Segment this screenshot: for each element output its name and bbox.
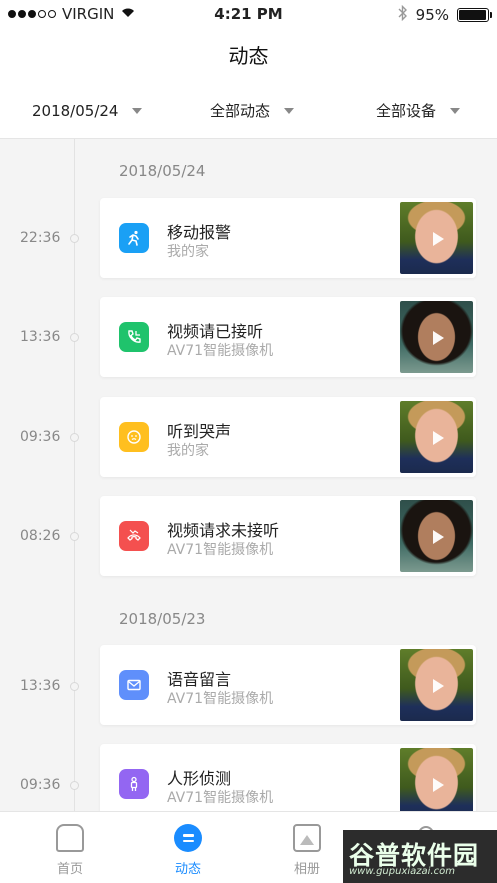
- event-title: 视频请已接听: [167, 322, 264, 341]
- tab-label: 首页: [56, 862, 83, 877]
- event-title: 移动报警: [167, 223, 232, 242]
- event-time: 13:36: [20, 329, 61, 345]
- album-icon: [293, 824, 321, 852]
- event-type-filter-label: 全部动态: [210, 102, 271, 120]
- play-icon: [433, 778, 444, 792]
- play-icon: [433, 530, 444, 544]
- timeline-dot: [70, 682, 79, 691]
- bluetooth-icon: [398, 4, 408, 25]
- play-icon: [433, 331, 444, 345]
- event-title: 听到哭声: [167, 422, 232, 441]
- tab-label: 相册: [293, 862, 320, 877]
- event-time: 08:26: [20, 528, 61, 544]
- device-filter-label: 全部设备: [376, 102, 437, 120]
- event-timeline[interactable]: 2018/05/24 22:36 移动报警 我的家 13:36 视频请已接听 A…: [0, 139, 497, 811]
- event-device: AV71智能摄像机: [167, 691, 274, 707]
- play-icon: [433, 232, 444, 246]
- date-group-header: 2018/05/23: [119, 610, 206, 628]
- date-filter-dropdown[interactable]: 2018/05/24: [32, 82, 143, 139]
- event-card[interactable]: 人形侦测 AV71智能摄像机: [100, 744, 476, 811]
- event-title: 人形侦测: [167, 769, 232, 788]
- video-thumbnail[interactable]: [400, 401, 473, 473]
- event-device: 我的家: [167, 244, 209, 260]
- event-title: 语音留言: [167, 670, 232, 689]
- event-card[interactable]: 视频请求未接听 AV71智能摄像机: [100, 496, 476, 576]
- navigation-bar: 动态: [0, 30, 497, 82]
- date-filter-label: 2018/05/24: [32, 101, 119, 120]
- tab-feed[interactable]: 动态: [148, 812, 228, 883]
- watermark-logo: 谷普软件园 www.gupuxiazai.com: [343, 830, 497, 883]
- event-time: 22:36: [20, 230, 61, 246]
- play-icon: [433, 431, 444, 445]
- chevron-down-icon: [284, 107, 295, 114]
- phone-missed-icon: [119, 521, 149, 551]
- timeline-dot: [70, 333, 79, 342]
- person-icon: [119, 769, 149, 799]
- chevron-down-icon: [450, 107, 461, 114]
- status-bar: VIRGIN 4:21 PM 95%: [0, 0, 497, 30]
- phone-answered-icon: [119, 322, 149, 352]
- timeline-dot: [70, 433, 79, 442]
- event-card[interactable]: 视频请已接听 AV71智能摄像机: [100, 297, 476, 377]
- event-device: AV71智能摄像机: [167, 343, 274, 359]
- event-time: 09:36: [20, 429, 61, 445]
- tab-label: 动态: [174, 862, 201, 877]
- baby-face-icon: [119, 422, 149, 452]
- tab-home[interactable]: 首页: [30, 812, 110, 883]
- event-device: AV71智能摄像机: [167, 790, 274, 806]
- page-title: 动态: [228, 44, 269, 68]
- watermark-url: www.gupuxiazai.com: [349, 866, 455, 877]
- filter-bar: 2018/05/24 全部动态 全部设备: [0, 82, 497, 139]
- feed-icon: [174, 824, 202, 852]
- video-thumbnail[interactable]: [400, 649, 473, 721]
- video-thumbnail[interactable]: [400, 748, 473, 811]
- event-time: 09:36: [20, 777, 61, 793]
- event-card[interactable]: 语音留言 AV71智能摄像机: [100, 645, 476, 725]
- video-thumbnail[interactable]: [400, 301, 473, 373]
- device-filter-dropdown[interactable]: 全部设备: [376, 82, 461, 139]
- mail-icon: [119, 670, 149, 700]
- date-group-header: 2018/05/24: [119, 162, 206, 180]
- event-title: 视频请求未接听: [167, 521, 280, 540]
- timeline-dot: [70, 532, 79, 541]
- battery-icon: [457, 8, 492, 22]
- timeline-dot: [70, 234, 79, 243]
- event-device: 我的家: [167, 443, 209, 459]
- battery-percent: 95%: [415, 6, 449, 24]
- event-device: AV71智能摄像机: [167, 542, 274, 558]
- home-icon: [56, 824, 84, 852]
- tab-album[interactable]: 相册: [267, 812, 347, 883]
- video-thumbnail[interactable]: [400, 500, 473, 572]
- video-thumbnail[interactable]: [400, 202, 473, 274]
- event-card[interactable]: 移动报警 我的家: [100, 198, 476, 278]
- running-person-icon: [119, 223, 149, 253]
- chevron-down-icon: [132, 107, 143, 114]
- timeline-dot: [70, 781, 79, 790]
- event-card[interactable]: 听到哭声 我的家: [100, 397, 476, 477]
- play-icon: [433, 679, 444, 693]
- event-type-filter-dropdown[interactable]: 全部动态: [210, 82, 295, 139]
- event-time: 13:36: [20, 678, 61, 694]
